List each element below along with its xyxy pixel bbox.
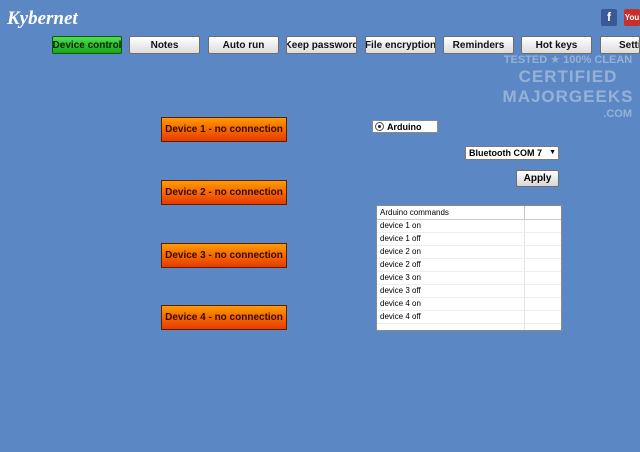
device-4-button[interactable]: Device 4 - no connection <box>161 305 287 330</box>
tab-hot-keys[interactable]: Hot keys <box>521 36 592 54</box>
radio-selected-icon[interactable] <box>375 122 384 131</box>
table-row[interactable]: device 2 off <box>377 259 561 272</box>
tab-settings[interactable]: Settings <box>600 36 640 54</box>
app-title: Kybernet <box>7 8 78 29</box>
table-row[interactable]: device 3 on <box>377 272 561 285</box>
device-2-button[interactable]: Device 2 - no connection <box>161 180 287 205</box>
tab-reminders[interactable]: Reminders <box>443 36 514 54</box>
port-select[interactable]: Bluetooth COM 7 ▼ <box>465 146 559 160</box>
tab-keep-password[interactable]: Keep password <box>286 36 357 54</box>
tab-file-encryption[interactable]: File encryption <box>365 36 436 54</box>
table-row[interactable] <box>377 324 561 330</box>
arduino-radio[interactable]: Arduino <box>372 120 438 133</box>
table-row[interactable]: device 1 on <box>377 220 561 233</box>
chevron-down-icon[interactable]: ▼ <box>549 149 556 156</box>
table-row[interactable]: device 2 on <box>377 246 561 259</box>
majorgeeks-watermark: TESTED ★ 100% CLEAN CERTIFIED MAJORGEEKS… <box>502 54 634 120</box>
table-header: Arduino commands <box>377 206 561 220</box>
device-1-button[interactable]: Device 1 - no connection <box>161 117 287 142</box>
arduino-commands-table[interactable]: Arduino commands device 1 on device 1 of… <box>376 205 562 331</box>
device-3-button[interactable]: Device 3 - no connection <box>161 243 287 268</box>
column-header-commands[interactable]: Arduino commands <box>377 206 525 219</box>
table-row[interactable]: device 4 on <box>377 298 561 311</box>
apply-button[interactable]: Apply <box>516 170 559 187</box>
table-row[interactable]: device 1 off <box>377 233 561 246</box>
port-select-value: Bluetooth COM 7 <box>469 148 542 158</box>
facebook-icon[interactable]: f <box>601 9 617 26</box>
table-row[interactable]: device 4 off <box>377 311 561 324</box>
tab-auto-run[interactable]: Auto run <box>208 36 279 54</box>
tab-notes[interactable]: Notes <box>129 36 200 54</box>
arduino-radio-label: Arduino <box>387 121 422 132</box>
tab-device-control[interactable]: Device control <box>52 36 122 54</box>
table-row[interactable]: device 3 off <box>377 285 561 298</box>
youtube-icon[interactable]: You <box>624 9 640 26</box>
